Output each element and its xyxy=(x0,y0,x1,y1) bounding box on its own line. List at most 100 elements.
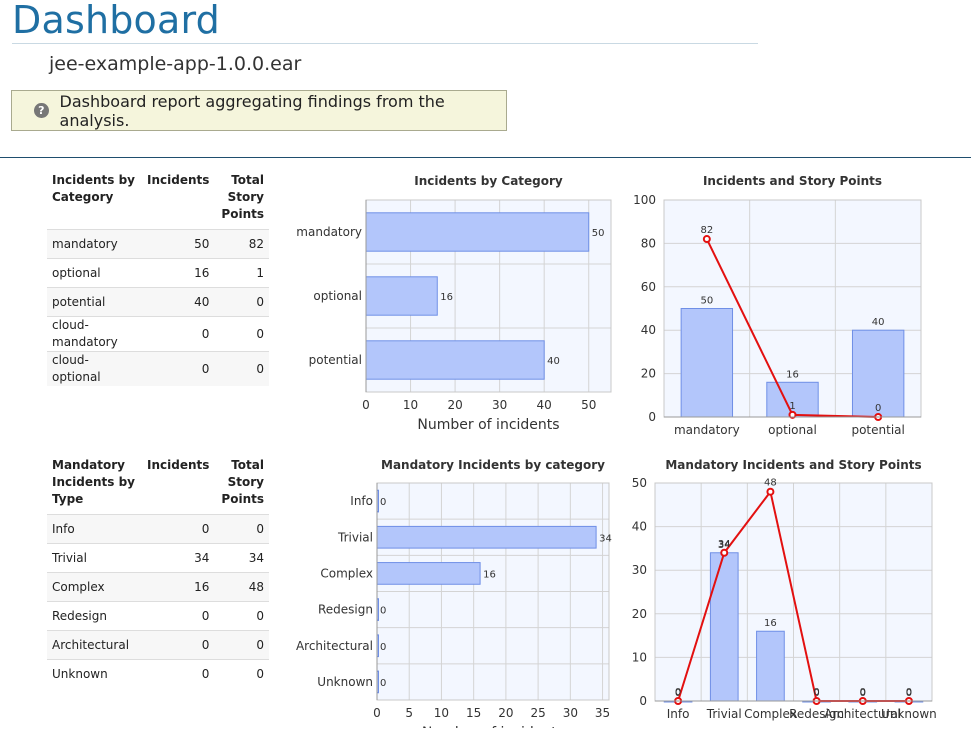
column-header-story-points: Total Story Points xyxy=(221,458,264,506)
bar-data-label: 50 xyxy=(700,296,713,307)
y-tick-label: 40 xyxy=(641,323,656,337)
x-tick-label: 20 xyxy=(498,706,513,720)
story-points-cell: 0 xyxy=(214,601,269,631)
x-axis-title: Number of incidents xyxy=(417,417,559,433)
story-points-cell: 0 xyxy=(214,316,269,352)
row-label: cloud-mandatory xyxy=(47,316,142,352)
mandatory-incidents-and-story-points-chart: Mandatory Incidents and Story Points 0 10 2… xyxy=(632,458,937,721)
y-tick-label: 50 xyxy=(632,476,647,490)
column-header-category: Incidents by Category xyxy=(52,173,135,204)
row-label: Info xyxy=(47,514,142,544)
data-label: 34 xyxy=(599,533,612,544)
y-tick-label: 100 xyxy=(633,193,656,207)
table-row: optional 16 1 xyxy=(47,258,269,288)
data-label: 40 xyxy=(547,356,560,367)
incidents-by-category-chart: Incidents by Category 0 10 20 30 40 50 mandator… xyxy=(296,174,612,433)
row-label: Redesign xyxy=(47,601,142,631)
data-label: 0 xyxy=(380,642,386,653)
data-label: 50 xyxy=(592,228,605,239)
bar xyxy=(365,276,438,316)
row-label: Architectural xyxy=(47,630,142,660)
table-row: Redesign 0 0 xyxy=(47,601,269,631)
incidents-cell: 40 xyxy=(142,287,215,317)
table-row: potential 40 0 xyxy=(47,287,269,317)
incidents-cell: 16 xyxy=(142,572,215,602)
table-row: cloud-mandatory 0 0 xyxy=(47,316,269,352)
chart-title: Incidents by Category xyxy=(414,174,563,188)
column-header-type: Mandatory Incidents by Type xyxy=(52,458,135,506)
story-points-cell: 0 xyxy=(214,659,269,688)
row-label: cloud-optional xyxy=(47,351,142,386)
application-name: jee-example-app-1.0.0.ear xyxy=(49,53,302,75)
line-point xyxy=(720,548,729,557)
data-label: 0 xyxy=(380,497,386,508)
column-header-incidents: Incidents xyxy=(147,458,210,472)
bar-data-label: 16 xyxy=(764,618,777,629)
row-label: Trivial xyxy=(47,543,142,573)
story-points-cell: 48 xyxy=(214,572,269,602)
bar-data-label: 40 xyxy=(872,317,885,328)
line-data-label: 0 xyxy=(860,687,866,698)
y-tick-label: 80 xyxy=(641,236,656,250)
bar xyxy=(376,562,481,585)
incidents-cell: 16 xyxy=(142,258,215,288)
x-tick-label: 10 xyxy=(434,706,449,720)
x-tick-label: 15 xyxy=(466,706,481,720)
y-tick-label: 30 xyxy=(632,563,647,577)
chart-title: Mandatory Incidents and Story Points xyxy=(665,458,921,472)
bar xyxy=(365,212,590,252)
story-points-cell: 0 xyxy=(214,514,269,544)
incidents-cell: 0 xyxy=(142,514,215,544)
category-label: Trivial xyxy=(337,530,373,544)
x-tick-label: 0 xyxy=(373,706,381,720)
incidents-cell: 50 xyxy=(142,229,215,259)
category-label: mandatory xyxy=(296,225,362,239)
line-data-label: 0 xyxy=(906,687,912,698)
data-label: 16 xyxy=(483,569,496,580)
table-row: mandatory 50 82 xyxy=(47,229,269,259)
data-label: 16 xyxy=(440,292,453,303)
story-points-cell: 1 xyxy=(214,258,269,288)
row-label: Complex xyxy=(47,572,142,602)
bar xyxy=(709,552,739,702)
incidents-cell: 34 xyxy=(142,543,215,573)
category-label: mandatory xyxy=(674,423,740,437)
info-text: Dashboard report aggregating findings fr… xyxy=(59,91,445,130)
bar xyxy=(365,340,545,380)
x-tick-label: 0 xyxy=(362,398,370,412)
x-tick-label: 35 xyxy=(595,706,610,720)
bar-data-label: 16 xyxy=(786,369,799,380)
line-data-label: 82 xyxy=(700,225,713,236)
bar xyxy=(756,630,785,702)
category-label: Architectural xyxy=(296,639,373,653)
bar xyxy=(680,308,734,418)
x-tick-label: 30 xyxy=(492,398,507,412)
category-label: Redesign xyxy=(318,603,373,617)
incidents-by-category-table: Incidents by Category Incidents Total St… xyxy=(47,172,269,386)
incidents-cell: 0 xyxy=(142,316,215,352)
category-label: Info xyxy=(667,707,690,721)
line-data-label: 34 xyxy=(718,539,731,550)
incidents-cell: 0 xyxy=(142,630,215,660)
table-row: Trivial 34 34 xyxy=(47,543,269,573)
chart-title: Incidents and Story Points xyxy=(703,174,882,188)
x-axis-title: Number of incidents xyxy=(422,725,564,728)
table-row: Unknown 0 0 xyxy=(47,659,269,688)
title-divider xyxy=(12,43,758,44)
column-header-story-points: Total Story Points xyxy=(221,173,264,221)
x-tick-label: 10 xyxy=(403,398,418,412)
chart-title: Mandatory Incidents by category xyxy=(381,458,605,472)
y-tick-label: 40 xyxy=(632,520,647,534)
line-point xyxy=(766,487,775,496)
x-tick-label: 50 xyxy=(581,398,596,412)
line-data-label: 48 xyxy=(764,478,777,489)
category-label: Unknown xyxy=(881,707,937,721)
page-title: Dashboard xyxy=(12,0,220,42)
category-label: Trivial xyxy=(706,707,742,721)
story-points-cell: 0 xyxy=(214,630,269,660)
column-header-incidents: Incidents xyxy=(147,173,210,187)
x-tick-label: 5 xyxy=(405,706,413,720)
incidents-cell: 0 xyxy=(142,601,215,631)
y-tick-label: 0 xyxy=(639,694,647,708)
category-label: optional xyxy=(768,423,817,437)
